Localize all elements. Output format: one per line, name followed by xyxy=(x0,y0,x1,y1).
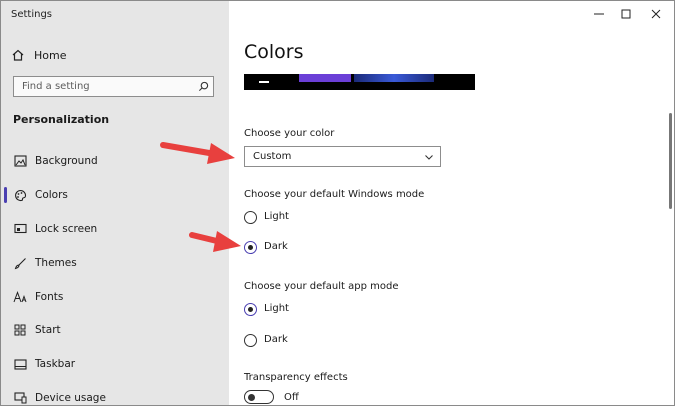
sidebar-item-label: Device usage xyxy=(35,392,106,404)
app-mode-label: Choose your default app mode xyxy=(244,281,399,292)
sidebar-item-label: Start xyxy=(35,324,61,336)
radio-label: Light xyxy=(264,211,289,222)
radio-circle xyxy=(244,211,257,224)
chevron-down-icon xyxy=(425,155,433,160)
sidebar-item-label: Fonts xyxy=(35,291,64,303)
radio-label: Light xyxy=(264,303,289,314)
section-label: Personalization xyxy=(13,113,110,126)
sidebar-item-label: Colors xyxy=(35,189,68,201)
sidebar-home-label: Home xyxy=(34,48,67,62)
choose-color-label: Choose your color xyxy=(244,128,335,139)
sidebar-item-taskbar[interactable]: Taskbar xyxy=(1,351,229,377)
radio-circle xyxy=(244,334,257,347)
sidebar-item-device-usage[interactable]: Device usage xyxy=(1,385,229,405)
scrollbar-thumb[interactable] xyxy=(669,113,672,209)
sidebar-item-label: Taskbar xyxy=(35,358,76,370)
settings-window: Settings Home Find a setting Personaliza… xyxy=(0,0,675,406)
sidebar-item-colors[interactable]: Colors xyxy=(1,182,229,208)
minimize-button[interactable] xyxy=(586,5,612,23)
brush-icon xyxy=(13,256,27,270)
transparency-label: Transparency effects xyxy=(244,372,348,383)
search-placeholder: Find a setting xyxy=(22,81,90,92)
selection-indicator xyxy=(4,187,7,203)
palette-icon xyxy=(13,188,27,202)
sidebar-item-label: Themes xyxy=(35,257,77,269)
windows-mode-label: Choose your default Windows mode xyxy=(244,189,425,200)
sidebar-item-start[interactable]: Start xyxy=(1,317,229,343)
search-icon xyxy=(198,81,209,92)
radio-circle xyxy=(244,241,257,254)
close-icon xyxy=(651,9,661,19)
radio-label: Dark xyxy=(264,334,288,345)
annotation-arrow-icon xyxy=(189,231,241,252)
search-input[interactable]: Find a setting xyxy=(13,76,214,97)
maximize-button[interactable] xyxy=(613,5,639,23)
transparency-toggle[interactable] xyxy=(244,390,274,404)
choose-color-dropdown[interactable]: Custom xyxy=(244,146,441,167)
color-preview-image xyxy=(244,74,475,90)
lock-screen-icon xyxy=(13,222,27,236)
taskbar-icon xyxy=(13,357,27,371)
sidebar-item-label: Lock screen xyxy=(35,223,98,235)
page-title: Colors xyxy=(244,41,304,63)
toggle-knob xyxy=(248,393,255,401)
start-icon xyxy=(13,323,27,337)
minimize-icon xyxy=(594,13,604,15)
sidebar-item-label: Background xyxy=(35,155,98,167)
maximize-icon xyxy=(621,9,631,19)
device-usage-icon xyxy=(13,391,27,405)
sidebar-item-home[interactable]: Home xyxy=(11,45,66,65)
sidebar-item-fonts[interactable]: Fonts xyxy=(1,284,229,310)
choose-color-value: Custom xyxy=(253,151,292,162)
sidebar: Settings Home Find a setting Personaliza… xyxy=(1,1,229,405)
image-icon xyxy=(13,154,27,168)
font-icon xyxy=(13,290,27,304)
transparency-state: Off xyxy=(284,392,299,403)
close-button[interactable] xyxy=(643,5,669,23)
home-icon xyxy=(12,49,24,61)
radio-circle xyxy=(244,303,257,316)
app-title: Settings xyxy=(11,9,53,20)
annotation-arrow-icon xyxy=(160,142,235,164)
radio-label: Dark xyxy=(264,241,288,252)
